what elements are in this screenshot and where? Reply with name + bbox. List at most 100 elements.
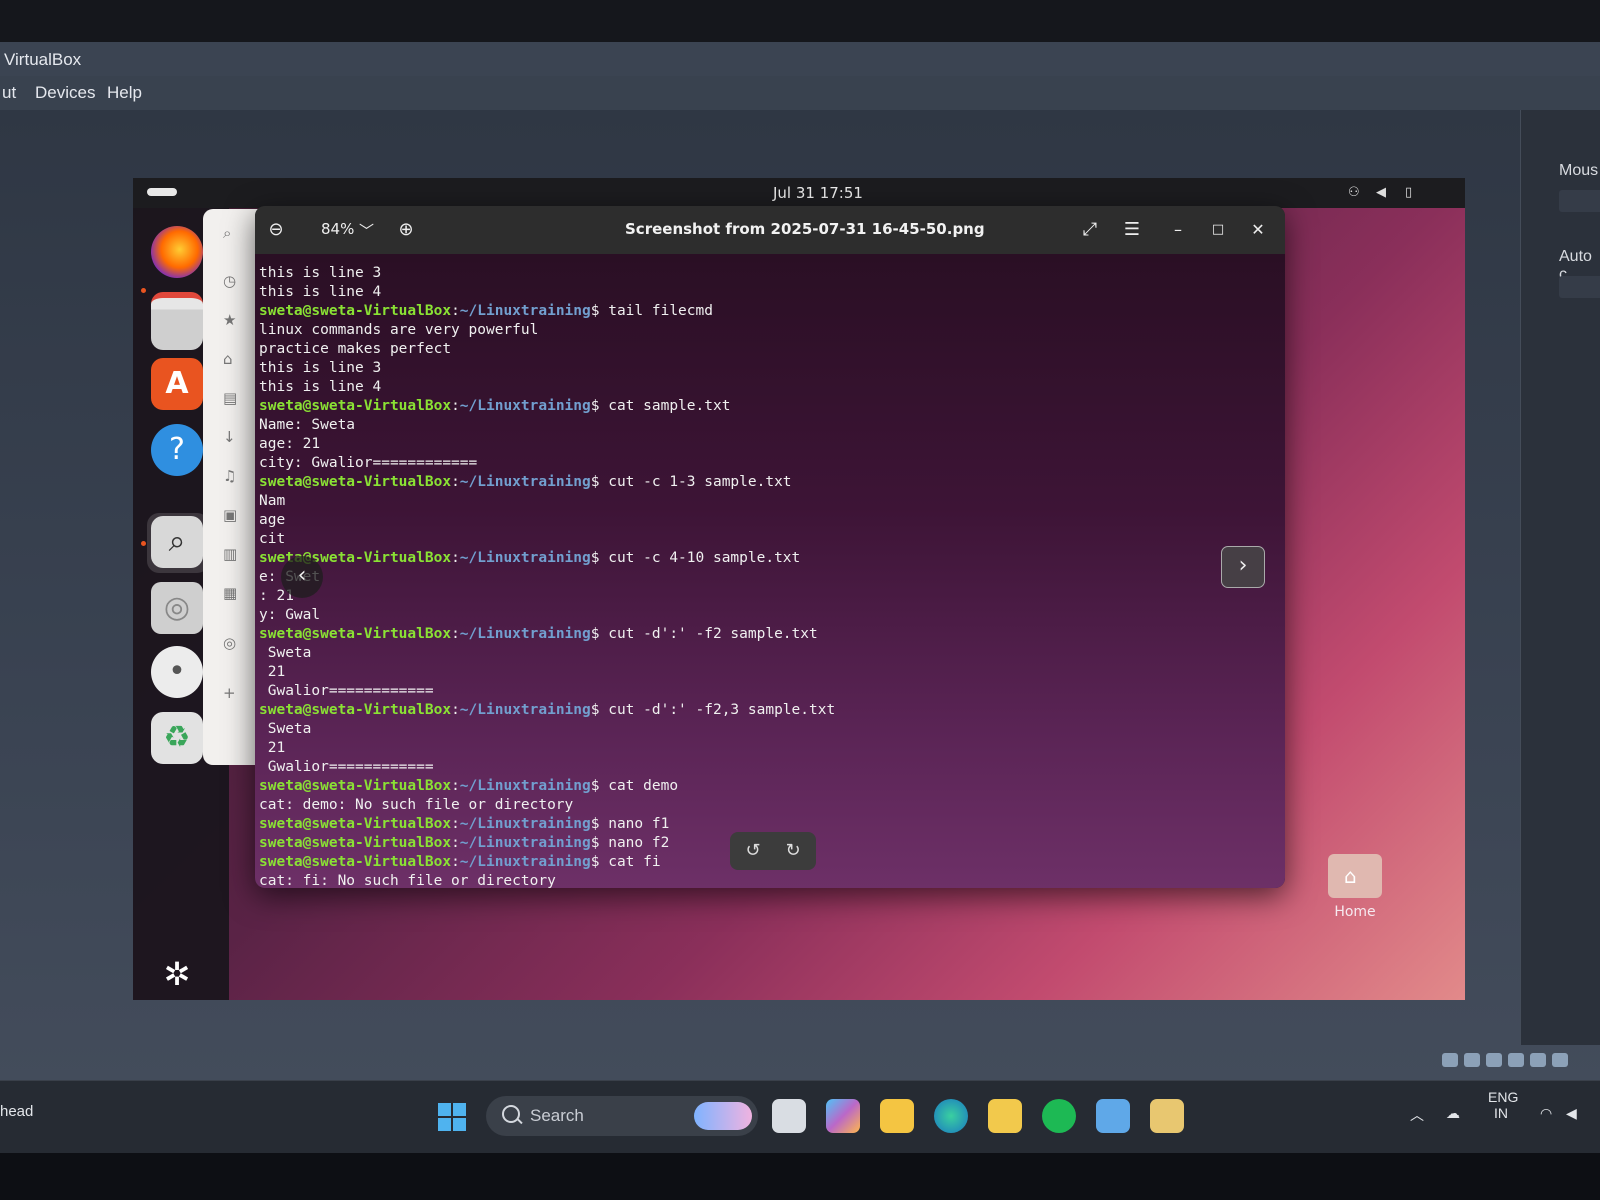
menu-item-devices[interactable]: Devices (35, 83, 95, 103)
menu-item-input[interactable]: ut (2, 83, 16, 103)
spotify-icon[interactable] (1042, 1099, 1076, 1133)
terminal-output-line: Nam (259, 493, 286, 509)
clock[interactable]: Jul 31 17:51 (773, 184, 863, 202)
battery-icon[interactable]: ▯ (1405, 185, 1419, 200)
prompt-command: $ cat sample.txt (590, 398, 731, 414)
terminal-prompt-line: sweta@sweta-VirtualBox:~/Linuxtraining$ … (259, 550, 801, 566)
terminal-prompt-line: sweta@sweta-VirtualBox:~/Linuxtraining$ … (259, 626, 818, 642)
other-locations-icon[interactable]: + (223, 685, 239, 701)
virtualbox-menubar: ut Devices Help (0, 76, 1600, 110)
gnome-top-bar: Jul 31 17:51 ⚇ ◀ ▯ (133, 178, 1465, 208)
store-icon[interactable] (988, 1099, 1022, 1133)
chevron-down-icon[interactable]: ﹀ (359, 220, 374, 241)
terminal-output-line: 21 (259, 740, 286, 756)
optical-disc-icon[interactable]: • (151, 646, 203, 698)
windows-taskbar: head Search ︿ ☁ ENG IN ◠ ◀ (0, 1080, 1600, 1153)
recent-icon[interactable]: ◷ (223, 273, 239, 289)
edit-icon[interactable] (1530, 1053, 1546, 1067)
terminal-output-line: practice makes perfect (259, 341, 452, 357)
videos-icon[interactable]: ▥ (223, 546, 239, 562)
prompt-user: sweta@sweta-VirtualBox (259, 702, 452, 718)
taskbar-search[interactable]: Search (486, 1096, 758, 1136)
volume-icon[interactable]: ◀ (1566, 1105, 1577, 1122)
search-icon (502, 1105, 520, 1123)
firefox-icon[interactable] (151, 226, 203, 278)
previous-image-button[interactable]: ‹ (281, 556, 323, 598)
file-explorer-icon[interactable] (880, 1099, 914, 1133)
disc-sidebar-icon[interactable]: ◎ (223, 635, 239, 651)
starred-icon[interactable]: ★ (223, 312, 239, 328)
terminal-output-line: Gwalior============ (259, 683, 434, 699)
zoom-in-button[interactable]: ⊕ (391, 215, 421, 245)
minimize-button[interactable]: – (1163, 215, 1193, 245)
terminal-output-line: cat: demo: No such file or directory (259, 797, 574, 813)
close-button[interactable]: ✕ (1243, 215, 1273, 245)
documents-icon[interactable]: ▤ (223, 390, 239, 406)
display-icon[interactable] (1552, 1053, 1568, 1067)
wifi-icon[interactable]: ◠ (1540, 1105, 1552, 1122)
viewer-headerbar: ⊖ 84% ﹀ ⊕ Screenshot from 2025-07-31 16-… (255, 206, 1285, 254)
active-app-icon[interactable] (1150, 1099, 1184, 1133)
audio-status-icon[interactable] (1442, 1053, 1458, 1067)
menu-item-help[interactable]: Help (107, 83, 142, 103)
terminal-output-line: e: Swet (259, 569, 320, 585)
desktop-home-icon[interactable]: ⌂ Home (1325, 854, 1385, 920)
activities-indicator[interactable] (147, 188, 177, 196)
help-icon[interactable]: ? (151, 424, 203, 476)
image-viewer-icon[interactable]: ⌕ (151, 516, 203, 568)
maximize-button[interactable]: □ (1203, 215, 1233, 245)
prompt-path: ~/Linuxtraining (459, 835, 591, 851)
running-indicator (141, 288, 146, 293)
zoom-out-button[interactable]: ⊖ (261, 215, 291, 245)
fullscreen-button[interactable]: ⤢ (1075, 215, 1105, 245)
terminal-prompt-line: sweta@sweta-VirtualBox:~/Linuxtraining$ … (259, 398, 731, 414)
search-icon[interactable]: ⌕ (223, 225, 239, 241)
pictures-icon[interactable]: ▣ (223, 507, 239, 523)
volume-icon[interactable]: ◀ (1376, 185, 1390, 200)
terminal-output-line: this is line 3 (259, 360, 382, 376)
rotate-controls: ↺ ↻ (730, 832, 816, 870)
prompt-path: ~/Linuxtraining (459, 398, 591, 414)
network-status-icon[interactable] (1486, 1053, 1502, 1067)
shared-folder-icon[interactable] (1508, 1053, 1524, 1067)
terminal-output-line: 21 (259, 664, 286, 680)
downloads-icon[interactable]: ↓ (223, 429, 239, 445)
copilot-icon[interactable] (826, 1099, 860, 1133)
terminal-output: this is line 3 this is line 4 sweta@sweta-… (259, 264, 1269, 888)
search-highlight-icon (694, 1102, 752, 1130)
trash-icon[interactable]: ♻ (151, 712, 203, 764)
optical-drive-icon[interactable] (1464, 1053, 1480, 1067)
files-icon[interactable] (151, 292, 203, 350)
language-indicator[interactable]: ENG IN (1488, 1089, 1518, 1121)
task-view-icon[interactable] (772, 1099, 806, 1133)
prompt-command: $ cut -d':' -f2,3 sample.txt (590, 702, 836, 718)
edge-icon[interactable] (934, 1099, 968, 1133)
terminal-prompt-line: sweta@sweta-VirtualBox:~/Linuxtraining$ … (259, 778, 679, 794)
mouse-setting-field[interactable] (1559, 190, 1600, 212)
prompt-path: ~/Linuxtraining (459, 702, 591, 718)
taskbar-left-text: head (0, 1103, 34, 1120)
start-button[interactable] (438, 1103, 466, 1131)
zoom-level[interactable]: 84% (321, 220, 354, 238)
show-apps-icon[interactable]: ✲ (151, 948, 203, 1000)
cloud-icon[interactable]: ☁ (1446, 1105, 1460, 1122)
disc-burner-icon[interactable]: ◎ (151, 582, 203, 634)
music-icon[interactable]: ♫ (223, 468, 239, 484)
trash-sidebar-icon[interactable]: ▦ (223, 585, 239, 601)
rotate-left-icon[interactable]: ↺ (742, 840, 764, 862)
terminal-output-line: y: Gwal (259, 607, 321, 623)
prompt-command: $ cat fi (590, 854, 661, 870)
home-icon[interactable]: ⌂ (223, 351, 239, 367)
auto-setting-field[interactable] (1559, 276, 1600, 298)
app-center-icon[interactable]: A (151, 358, 203, 410)
menu-button[interactable]: ☰ (1117, 215, 1147, 245)
rotate-right-icon[interactable]: ↻ (782, 840, 804, 862)
next-image-button[interactable]: › (1221, 546, 1265, 588)
network-icon[interactable]: ⚇ (1348, 185, 1362, 200)
prompt-command: $ tail filecmd (590, 303, 713, 319)
chevron-up-icon[interactable]: ︿ (1410, 1105, 1424, 1125)
prompt-user: sweta@sweta-VirtualBox (259, 854, 452, 870)
terminal-output-line: this is line 3 (259, 265, 382, 281)
virtualbox-icon[interactable] (1096, 1099, 1130, 1133)
prompt-path: ~/Linuxtraining (459, 816, 591, 832)
